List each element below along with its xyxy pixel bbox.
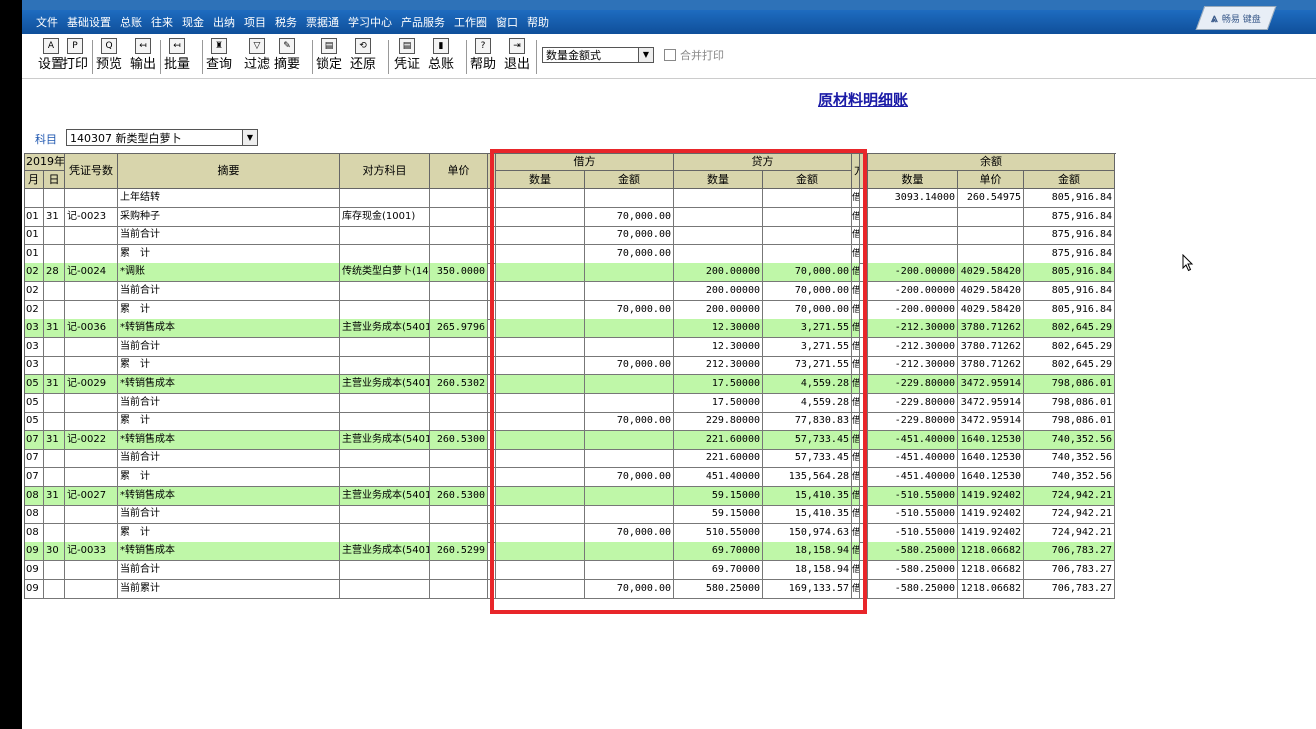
menu-item[interactable]: 总账: [116, 14, 146, 30]
view-mode-value: 数量金额式: [546, 49, 601, 62]
toolbar: 数量金额式 ▼ 合并打印 A 设置 P 打印 Q 预览 ↤ 输出 ↤ 批量 ♜ 查询 ▽ 过滤 ✎ 摘要 ▤ 锁定…: [22, 34, 1316, 79]
menu-item[interactable]: 项目: [240, 14, 270, 30]
toolbar-button[interactable]: ▽ 过滤: [244, 38, 270, 76]
menu-item[interactable]: 文件: [32, 14, 62, 30]
menu-item[interactable]: 学习中心: [344, 14, 396, 30]
toolbar-icon: ♜: [211, 38, 227, 54]
toolbar-separator: [160, 40, 161, 74]
toolbar-button[interactable]: ⟲ 还原: [350, 38, 376, 76]
toolbar-icon: ▤: [321, 38, 337, 54]
menu-bar: 文件 基础设置 总账 往来 现金 出纳 项目 税务 票据通 学习中心 产品服务 工作圈 窗口 帮助 ⩓ 畅…: [22, 6, 1316, 34]
mouse-cursor-icon: [1182, 254, 1194, 272]
toolbar-button-label: 还原: [350, 57, 377, 72]
toolbar-icon: ⇥: [509, 38, 525, 54]
chevron-down-icon[interactable]: ▼: [242, 130, 257, 145]
menu-item[interactable]: 往来: [147, 14, 177, 30]
toolbar-button-label: 过滤: [244, 57, 271, 72]
menu-item[interactable]: 窗口: [492, 14, 522, 30]
menu-item[interactable]: 出纳: [209, 14, 239, 30]
toolbar-button-label: 查询: [206, 57, 233, 72]
toolbar-button-label: 输出: [130, 57, 157, 72]
toolbar-separator: [466, 40, 467, 74]
toolbar-button[interactable]: ↤ 输出: [130, 38, 156, 76]
menu-item[interactable]: 现金: [178, 14, 208, 30]
toolbar-separator: [202, 40, 203, 74]
brand-logo-icon: ⩓: [1211, 10, 1218, 25]
menu-item[interactable]: 税务: [271, 14, 301, 30]
menu-item[interactable]: 基础设置: [63, 14, 115, 30]
toolbar-button[interactable]: A 设置: [38, 38, 64, 76]
toolbar-button[interactable]: ✎ 摘要: [274, 38, 300, 76]
toolbar-button-label: 设置: [38, 57, 65, 72]
toolbar-icon: Q: [101, 38, 117, 54]
toolbar-button-label: 批量: [164, 57, 191, 72]
toolbar-button-label: 总账: [428, 57, 455, 72]
subject-value: 140307 新类型白萝卜: [70, 132, 182, 145]
toolbar-button-label: 凭证: [394, 57, 421, 72]
toolbar-icon: ▤: [399, 38, 415, 54]
toolbar-button[interactable]: ⇥ 退出: [504, 38, 530, 76]
left-window-edge: [0, 0, 22, 729]
toolbar-icon: ▮: [433, 38, 449, 54]
toolbar-icon: ?: [475, 38, 491, 54]
toolbar-separator: [92, 40, 93, 74]
toolbar-button[interactable]: P 打印: [62, 38, 88, 76]
menu-item[interactable]: 工作圈: [450, 14, 491, 30]
toolbar-button[interactable]: ♜ 查询: [206, 38, 232, 76]
chevron-down-icon[interactable]: ▼: [638, 48, 653, 62]
toolbar-separator: [536, 40, 537, 74]
toolbar-separator: [388, 40, 389, 74]
view-mode-select[interactable]: 数量金额式 ▼: [542, 47, 654, 63]
toolbar-icon: ↤: [169, 38, 185, 54]
toolbar-icon: A: [43, 38, 59, 54]
toolbar-button[interactable]: ▤ 锁定: [316, 38, 342, 76]
toolbar-button-label: 帮助: [470, 57, 497, 72]
checkbox-box[interactable]: [664, 49, 676, 61]
toolbar-icon: ↤: [135, 38, 151, 54]
brand-badge[interactable]: ⩓ 畅易 键盘: [1195, 6, 1277, 30]
toolbar-button-label: 退出: [504, 57, 531, 72]
toolbar-button-label: 预览: [96, 57, 123, 72]
toolbar-button[interactable]: ↤ 批量: [164, 38, 190, 76]
toolbar-button[interactable]: Q 预览: [96, 38, 122, 76]
merge-print-checkbox[interactable]: 合并打印: [664, 47, 724, 63]
menu-item[interactable]: 产品服务: [397, 14, 449, 30]
toolbar-separator: [312, 40, 313, 74]
toolbar-button[interactable]: ▮ 总账: [428, 38, 454, 76]
subject-select[interactable]: 140307 新类型白萝卜 ▼: [66, 129, 258, 146]
brand-text: 畅易 键盘: [1221, 14, 1261, 25]
toolbar-button-label: 摘要: [274, 57, 301, 72]
page-title: 原材料明细账: [818, 91, 909, 109]
subject-label: 科目: [35, 133, 57, 146]
menu-item[interactable]: 票据通: [302, 14, 343, 30]
toolbar-icon: ⟲: [355, 38, 371, 54]
title-bar: [22, 0, 1316, 10]
toolbar-button[interactable]: ? 帮助: [470, 38, 496, 76]
toolbar-button-label: 锁定: [316, 57, 343, 72]
toolbar-icon: ✎: [279, 38, 295, 54]
toolbar-icon: P: [67, 38, 83, 54]
toolbar-button[interactable]: ▤ 凭证: [394, 38, 420, 76]
ledger-outline: [24, 153, 1116, 600]
toolbar-button-label: 打印: [62, 57, 89, 72]
merge-print-label: 合并打印: [680, 49, 724, 62]
menu-item[interactable]: 帮助: [523, 14, 553, 30]
toolbar-icon: ▽: [249, 38, 265, 54]
